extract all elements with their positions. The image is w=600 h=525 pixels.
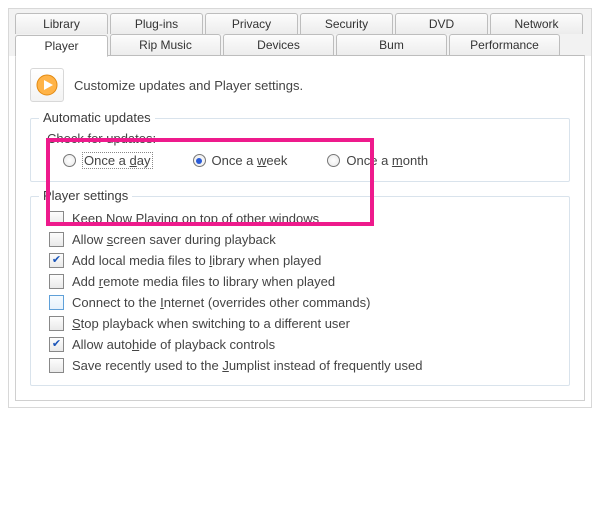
tab-network[interactable]: Network — [490, 13, 583, 34]
tab-privacy[interactable]: Privacy — [205, 13, 298, 34]
radio-day[interactable]: Once a day — [63, 152, 153, 169]
group-automatic-updates: Automatic updates Check for updates: Onc… — [30, 118, 570, 182]
radio-input-week[interactable] — [193, 154, 206, 167]
tab-plug-ins[interactable]: Plug-ins — [110, 13, 203, 34]
checkbox-label-keep-top: Keep Now Playing on top of other windows — [72, 211, 319, 226]
player-icon — [30, 68, 64, 102]
tab-dvd[interactable]: DVD — [395, 13, 488, 34]
tab-devices[interactable]: Devices — [223, 34, 334, 56]
radio-label-month: Once a month — [346, 153, 428, 168]
option-connect-internet[interactable]: Connect to the Internet (overrides other… — [49, 295, 557, 310]
group-player-settings: Player settings Keep Now Playing on top … — [30, 196, 570, 386]
checkbox-screen-saver[interactable] — [49, 232, 64, 247]
check-for-updates-label: Check for updates: — [47, 131, 557, 146]
checkbox-label-add-local: Add local media files to library when pl… — [72, 253, 321, 268]
option-stop-playback[interactable]: Stop playback when switching to a differ… — [49, 316, 557, 331]
checkbox-label-autohide: Allow autohide of playback controls — [72, 337, 275, 352]
options-dialog: LibraryPlug-insPrivacySecurityDVDNetwork… — [8, 8, 592, 408]
checkbox-add-remote[interactable] — [49, 274, 64, 289]
checkbox-label-stop-playback: Stop playback when switching to a differ… — [72, 316, 350, 331]
option-keep-top[interactable]: Keep Now Playing on top of other windows — [49, 211, 557, 226]
option-add-remote[interactable]: Add remote media files to library when p… — [49, 274, 557, 289]
radio-label-day: Once a day — [82, 152, 153, 169]
checkbox-stop-playback[interactable] — [49, 316, 64, 331]
tab-strip: LibraryPlug-insPrivacySecurityDVDNetwork… — [9, 9, 591, 56]
option-add-local[interactable]: Add local media files to library when pl… — [49, 253, 557, 268]
checkbox-label-screen-saver: Allow screen saver during playback — [72, 232, 276, 247]
checkbox-add-local[interactable] — [49, 253, 64, 268]
group-title-player-settings: Player settings — [39, 188, 132, 203]
tab-library[interactable]: Library — [15, 13, 108, 34]
tab-bum[interactable]: Bum — [336, 34, 447, 56]
option-autohide[interactable]: Allow autohide of playback controls — [49, 337, 557, 352]
option-jumplist[interactable]: Save recently used to the Jumplist inste… — [49, 358, 557, 373]
radio-week[interactable]: Once a week — [193, 153, 288, 168]
tab-player[interactable]: Player — [15, 35, 108, 57]
option-screen-saver[interactable]: Allow screen saver during playback — [49, 232, 557, 247]
header-description: Customize updates and Player settings. — [74, 78, 303, 93]
tab-security[interactable]: Security — [300, 13, 393, 34]
checkbox-label-connect-internet: Connect to the Internet (overrides other… — [72, 295, 370, 310]
checkbox-autohide[interactable] — [49, 337, 64, 352]
radio-input-day[interactable] — [63, 154, 76, 167]
checkbox-label-add-remote: Add remote media files to library when p… — [72, 274, 335, 289]
checkbox-connect-internet[interactable] — [49, 295, 64, 310]
radio-input-month[interactable] — [327, 154, 340, 167]
checkbox-jumplist[interactable] — [49, 358, 64, 373]
checkbox-label-jumplist: Save recently used to the Jumplist inste… — [72, 358, 422, 373]
tab-pane-player: Customize updates and Player settings. A… — [15, 55, 585, 401]
checkbox-keep-top[interactable] — [49, 211, 64, 226]
tab-performance[interactable]: Performance — [449, 34, 560, 56]
radio-month[interactable]: Once a month — [327, 153, 428, 168]
radio-label-week: Once a week — [212, 153, 288, 168]
group-title-auto-updates: Automatic updates — [39, 110, 155, 125]
tab-rip-music[interactable]: Rip Music — [110, 34, 221, 56]
